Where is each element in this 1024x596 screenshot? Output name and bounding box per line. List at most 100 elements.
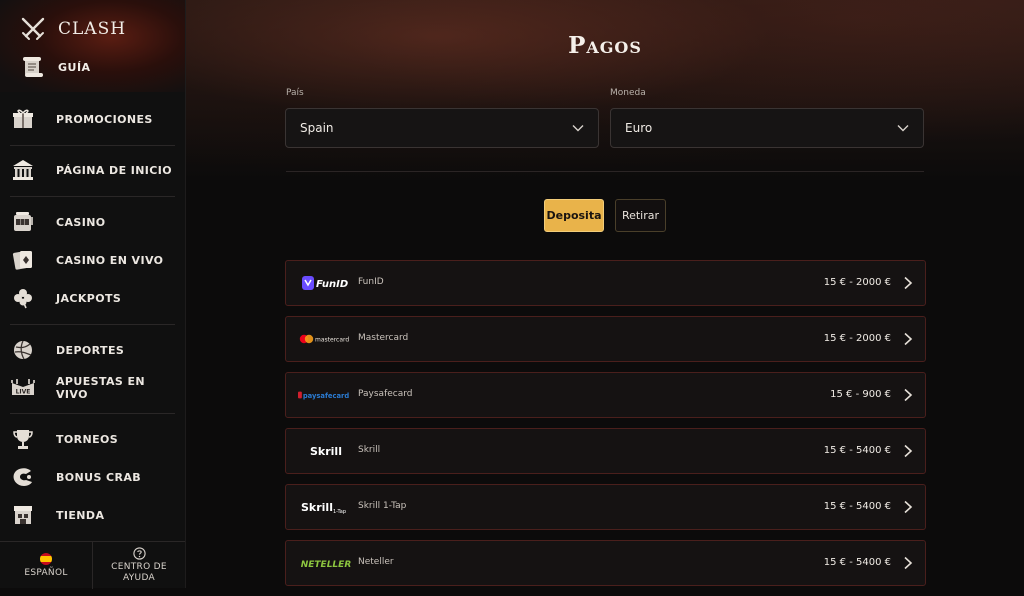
chevron-down-icon [897, 125, 909, 132]
nav-item-tienda[interactable]: TIENDA [10, 496, 175, 534]
skrill-1-tap-logo-sub: 1-Tap [333, 509, 346, 515]
method-name: Skrill [358, 445, 381, 455]
skrill-logo: Skrill [298, 429, 354, 473]
nav-label: JACKPOTS [56, 291, 122, 305]
country-select[interactable]: Spain [285, 108, 599, 148]
skrill-logo-text: Skrill [310, 445, 342, 458]
nav-label: TIENDA [56, 508, 105, 522]
nav-divider [10, 196, 175, 197]
paysafecard-logo: paysafecard [298, 373, 354, 417]
nav-item-casino-en-vivo[interactable]: CASINO EN VIVO [10, 241, 175, 279]
nav-item-promociones[interactable]: PROMOCIONES [10, 100, 175, 138]
method-name: FunID [358, 277, 384, 287]
method-range: 15 € - 2000 € [823, 277, 891, 288]
crab-icon [10, 465, 36, 489]
nav-label: PÁGINA DE INICIO [56, 163, 173, 177]
method-range: 15 € - 2000 € [823, 333, 891, 344]
nav-item-pagina-de-inicio[interactable]: PÁGINA DE INICIO [10, 151, 175, 189]
nav-item-torneos[interactable]: TORNEOS [10, 420, 175, 458]
paysafecard-logo-text: paysafecard [303, 392, 350, 400]
method-name: Skrill 1-Tap [358, 501, 407, 511]
nav-label: PROMOCIONES [56, 112, 153, 126]
funid-logo-text: FunID [316, 279, 348, 290]
temple-icon [10, 158, 36, 182]
nav-item-deportes[interactable]: DEPORTES [10, 331, 175, 369]
country-value: Spain [300, 121, 334, 135]
nav-item-apuestas-en-vivo[interactable]: LIVE APUESTAS EN VIVO [10, 369, 175, 407]
chevron-right-icon [904, 556, 913, 570]
slot-machine-icon [10, 210, 36, 234]
nav-group-promotions: PROMOCIONES [10, 100, 175, 138]
ball-icon [10, 338, 36, 362]
payment-method-funid[interactable]: FunID FunID 15 € - 2000 € [285, 260, 926, 306]
clover-icon [10, 286, 36, 310]
brand-link[interactable]: CLASH [20, 16, 126, 42]
nav-label: CASINO EN VIVO [56, 253, 164, 267]
country-label: País [286, 88, 304, 98]
scroll-icon [23, 57, 43, 77]
nav-label: TORNEOS [56, 432, 119, 446]
payment-methods-list: FunID FunID 15 € - 2000 € mastercard Mas… [285, 260, 926, 596]
currency-label: Moneda [610, 88, 646, 98]
help-label-line1: CENTRO DE [111, 562, 167, 572]
tab-deposit[interactable]: Deposita [544, 199, 604, 232]
payment-method-mastercard[interactable]: mastercard Mastercard 15 € - 2000 € [285, 316, 926, 362]
nav-group-casino: CASINO CASINO EN VIVO JACKPOTS [10, 203, 175, 317]
chevron-right-icon [904, 332, 913, 346]
payment-method-skrill-1-tap[interactable]: Skrill 1-Tap Skrill 1-Tap 15 € - 5400 € [285, 484, 926, 530]
nav-group-sports: DEPORTES LIVE APUESTAS EN VIVO [10, 331, 175, 407]
currency-value: Euro [625, 121, 653, 135]
nav-label: CASINO [56, 215, 106, 229]
nav-divider [10, 413, 175, 414]
main-content: Pagos País Spain Moneda Euro Deposita Re… [186, 0, 1024, 588]
nav-divider [10, 324, 175, 325]
nav-divider [10, 145, 175, 146]
funid-logo: FunID [298, 261, 354, 305]
section-divider [286, 171, 924, 172]
payment-method-skrill[interactable]: Skrill Skrill 15 € - 5400 € [285, 428, 926, 474]
mastercard-logo: mastercard [298, 317, 354, 361]
page-title: Pagos [568, 32, 642, 59]
hero-background [186, 0, 1024, 180]
spain-flag-icon [40, 552, 52, 565]
nav-group-home: PÁGINA DE INICIO [10, 151, 175, 189]
nav-label: DEPORTES [56, 343, 125, 357]
language-label: ESPAÑOL [24, 567, 68, 578]
tab-withdraw[interactable]: Retirar [615, 199, 666, 232]
skrill-1-tap-logo: Skrill 1-Tap [298, 485, 354, 529]
method-range: 15 € - 5400 € [823, 501, 891, 512]
payment-method-neteller[interactable]: NETELLER Neteller 15 € - 5400 € [285, 540, 926, 586]
help-icon [132, 547, 146, 560]
nav-group-extras: TORNEOS BONUS CRAB TIENDA [10, 420, 175, 534]
chevron-right-icon [904, 276, 913, 290]
nav-item-casino[interactable]: CASINO [10, 203, 175, 241]
nav-item-jackpots[interactable]: JACKPOTS [10, 279, 175, 317]
currency-select[interactable]: Euro [610, 108, 924, 148]
sidebar-footer: ESPAÑOL CENTRO DE AYUDA [0, 541, 185, 589]
trophy-icon [10, 427, 36, 451]
method-range: 15 € - 5400 € [823, 445, 891, 456]
svg-text:LIVE: LIVE [16, 389, 31, 396]
playing-cards-icon [10, 248, 36, 272]
method-name: Neteller [358, 557, 394, 567]
help-label-line2: AYUDA [123, 573, 155, 583]
chevron-right-icon [904, 444, 913, 458]
method-name: Mastercard [358, 333, 409, 343]
chevron-right-icon [904, 500, 913, 514]
crossed-swords-icon [21, 17, 45, 40]
brand-title: CLASH [58, 19, 127, 39]
nav-item-bonus-crab[interactable]: BONUS CRAB [10, 458, 175, 496]
neteller-logo-text: NETELLER [301, 560, 352, 570]
live-stadium-icon: LIVE [10, 376, 36, 400]
gift-icon [10, 107, 36, 131]
language-selector[interactable]: ESPAÑOL [0, 542, 92, 589]
chevron-right-icon [904, 388, 913, 402]
sidebar: CLASH GUÍA PROMOCIONES PÁGINA DE INICIO … [0, 0, 186, 589]
help-center-link[interactable]: CENTRO DE AYUDA [92, 542, 185, 589]
guide-link[interactable]: GUÍA [20, 55, 91, 79]
shop-icon [10, 503, 36, 527]
payment-method-paysafecard[interactable]: paysafecard Paysafecard 15 € - 900 € [285, 372, 926, 418]
nav-label: BONUS CRAB [56, 470, 142, 484]
nav-label: APUESTAS EN VIVO [56, 375, 145, 401]
neteller-logo: NETELLER [298, 541, 354, 585]
